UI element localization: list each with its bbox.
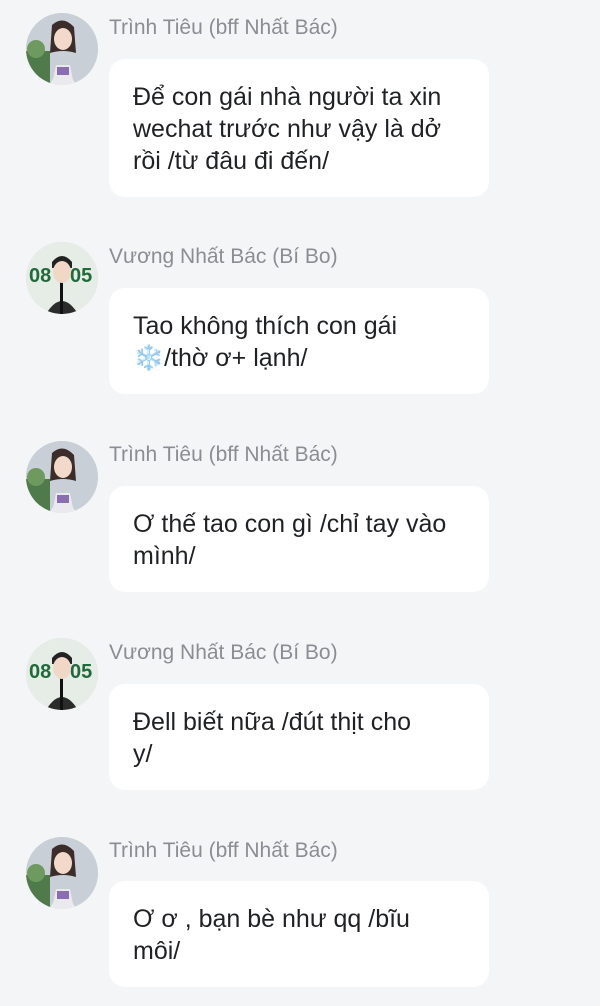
male-avatar-icon: 08 05 (26, 638, 98, 710)
avatar-vuong-nhat-bac[interactable]: 08 05 (26, 638, 98, 710)
avatar-badge-text: 08 (29, 661, 51, 683)
avatar-trinh-tieu[interactable] (26, 13, 98, 85)
female-avatar-icon (26, 441, 98, 513)
male-avatar-icon: 08 05 (26, 242, 98, 314)
message-text-line: Để con gái nhà người ta xin (133, 83, 442, 111)
message-bubble[interactable]: Tao không thích con gái ❄️/thờ ơ+ lạnh/ (109, 288, 489, 394)
message-text-line: Đell biết nữa /đút thịt cho (133, 708, 412, 736)
avatar-vuong-nhat-bac[interactable]: 08 05 (26, 242, 98, 314)
sender-name: Trình Tiêu (bff Nhất Bác) (109, 16, 338, 39)
message-text-line: ❄️/thờ ơ+ lạnh/ (133, 342, 465, 374)
avatar-badge-text: 08 (29, 265, 51, 287)
message-text-fragment: /thờ ơ+ lạnh/ (164, 344, 308, 372)
avatar-trinh-tieu[interactable] (26, 441, 98, 513)
female-avatar-icon (26, 13, 98, 85)
avatar-badge-text: 05 (70, 265, 92, 287)
message-text-line: wechat trước như vậy là dở (133, 115, 442, 143)
message-text-line: y/ (133, 740, 153, 768)
message-text-line: mình/ (133, 542, 196, 570)
message-bubble[interactable]: Đell biết nữa /đút thịt cho y/ (109, 684, 489, 790)
message-bubble[interactable]: Ơ thế tao con gì /chỉ tay vào mình/ (109, 486, 489, 592)
snowflake-icon: ❄️ (133, 343, 165, 372)
avatar-badge-text: 05 (70, 661, 92, 683)
message-text-line: Ơ ơ , bạn bè như qq /bĩu (133, 905, 410, 933)
sender-name: Vương Nhất Bác (Bí Bo) (109, 641, 338, 664)
sender-name: Trình Tiêu (bff Nhất Bác) (109, 443, 338, 466)
message-bubble[interactable]: Ơ ơ , bạn bè như qq /bĩu môi/ (109, 881, 489, 987)
avatar-trinh-tieu[interactable] (26, 837, 98, 909)
message-text-line: Tao không thích con gái (133, 312, 398, 340)
sender-name: Vương Nhất Bác (Bí Bo) (109, 245, 338, 268)
message-text-line: rồi /từ đâu đi đến/ (133, 147, 330, 175)
message-text-line: Ơ thế tao con gì /chỉ tay vào (133, 510, 447, 538)
female-avatar-icon (26, 837, 98, 909)
message-bubble[interactable]: Để con gái nhà người ta xin wechat trước… (109, 59, 489, 197)
message-text-line: môi/ (133, 937, 181, 965)
sender-name: Trình Tiêu (bff Nhất Bác) (109, 839, 338, 862)
